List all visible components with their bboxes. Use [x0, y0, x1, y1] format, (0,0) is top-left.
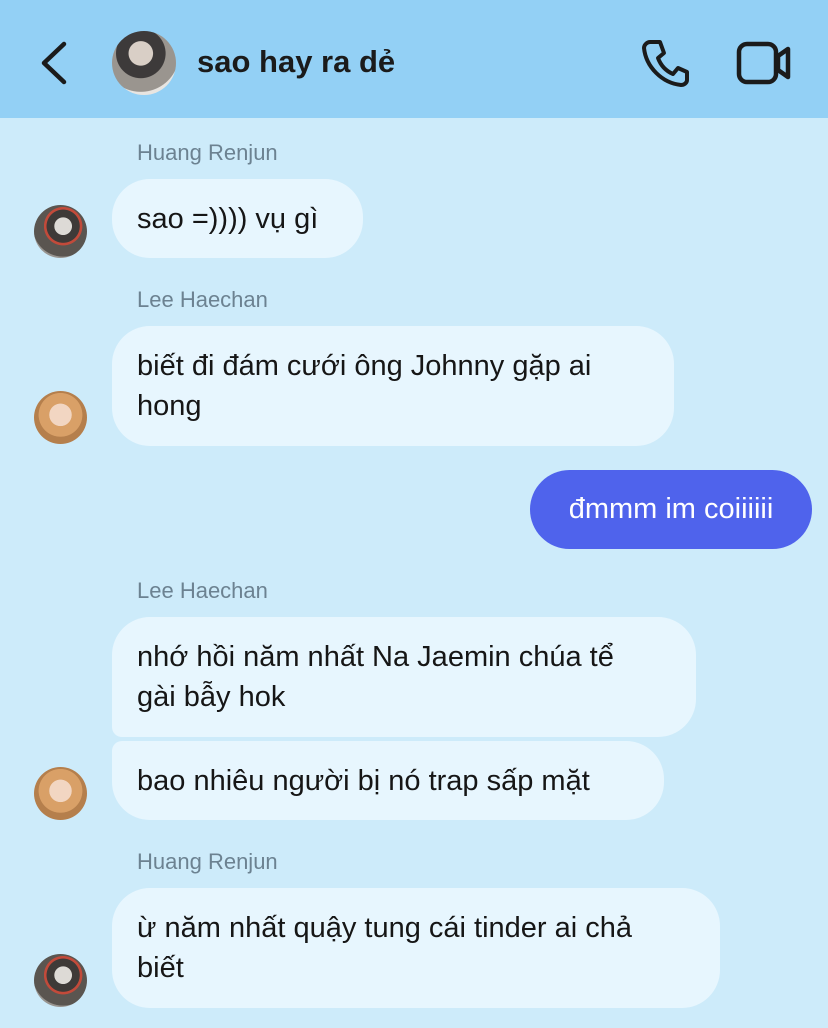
message-text: biết — [137, 952, 184, 984]
sender-name: Huang Renjun — [137, 849, 278, 874]
avatar[interactable] — [34, 767, 87, 820]
message-bubble[interactable]: sao =)))) vụ gì — [112, 179, 363, 258]
phone-icon[interactable] — [640, 38, 690, 88]
sender-name: Lee Haechan — [137, 287, 268, 312]
chat-header: sao hay ra dẻ — [0, 0, 828, 118]
message-text: đmmm im coiiiiii — [568, 493, 774, 525]
chat-avatar[interactable] — [112, 31, 176, 95]
chat-title[interactable]: sao hay ra dẻ — [197, 44, 395, 80]
avatar[interactable] — [34, 205, 87, 258]
message-text: nhớ hồi năm nhất Na Jaemin chúa tể — [137, 641, 614, 673]
sender-name: Lee Haechan — [137, 578, 268, 603]
message-text: ừ năm nhất quậy tung cái tinder ai chả — [137, 912, 632, 944]
avatar[interactable] — [34, 391, 87, 444]
message-text: biết đi đám cưới ông Johnny gặp ai — [137, 350, 592, 382]
message-text: sao =)))) vụ gì — [137, 202, 319, 235]
message-bubble[interactable]: bao nhiêu người bị nó trap sấp mặt — [112, 741, 664, 820]
message-text: gài bẫy hok — [137, 681, 286, 713]
chevron-left-icon[interactable] — [36, 40, 76, 86]
avatar[interactable] — [34, 954, 87, 1007]
message-bubble[interactable]: nhớ hồi năm nhất Na Jaemin chúa tể gài b… — [112, 617, 696, 737]
outgoing-message-bubble[interactable]: đmmm im coiiiiii — [530, 470, 812, 549]
video-camera-icon[interactable] — [736, 40, 792, 86]
message-bubble[interactable]: ừ năm nhất quậy tung cái tinder ai chả b… — [112, 888, 720, 1008]
message-text: bao nhiêu người bị nó trap sấp mặt — [137, 764, 590, 797]
sender-name: Huang Renjun — [137, 140, 278, 165]
message-text: hong — [137, 390, 202, 422]
message-bubble[interactable]: biết đi đám cưới ông Johnny gặp ai hong — [112, 326, 674, 446]
